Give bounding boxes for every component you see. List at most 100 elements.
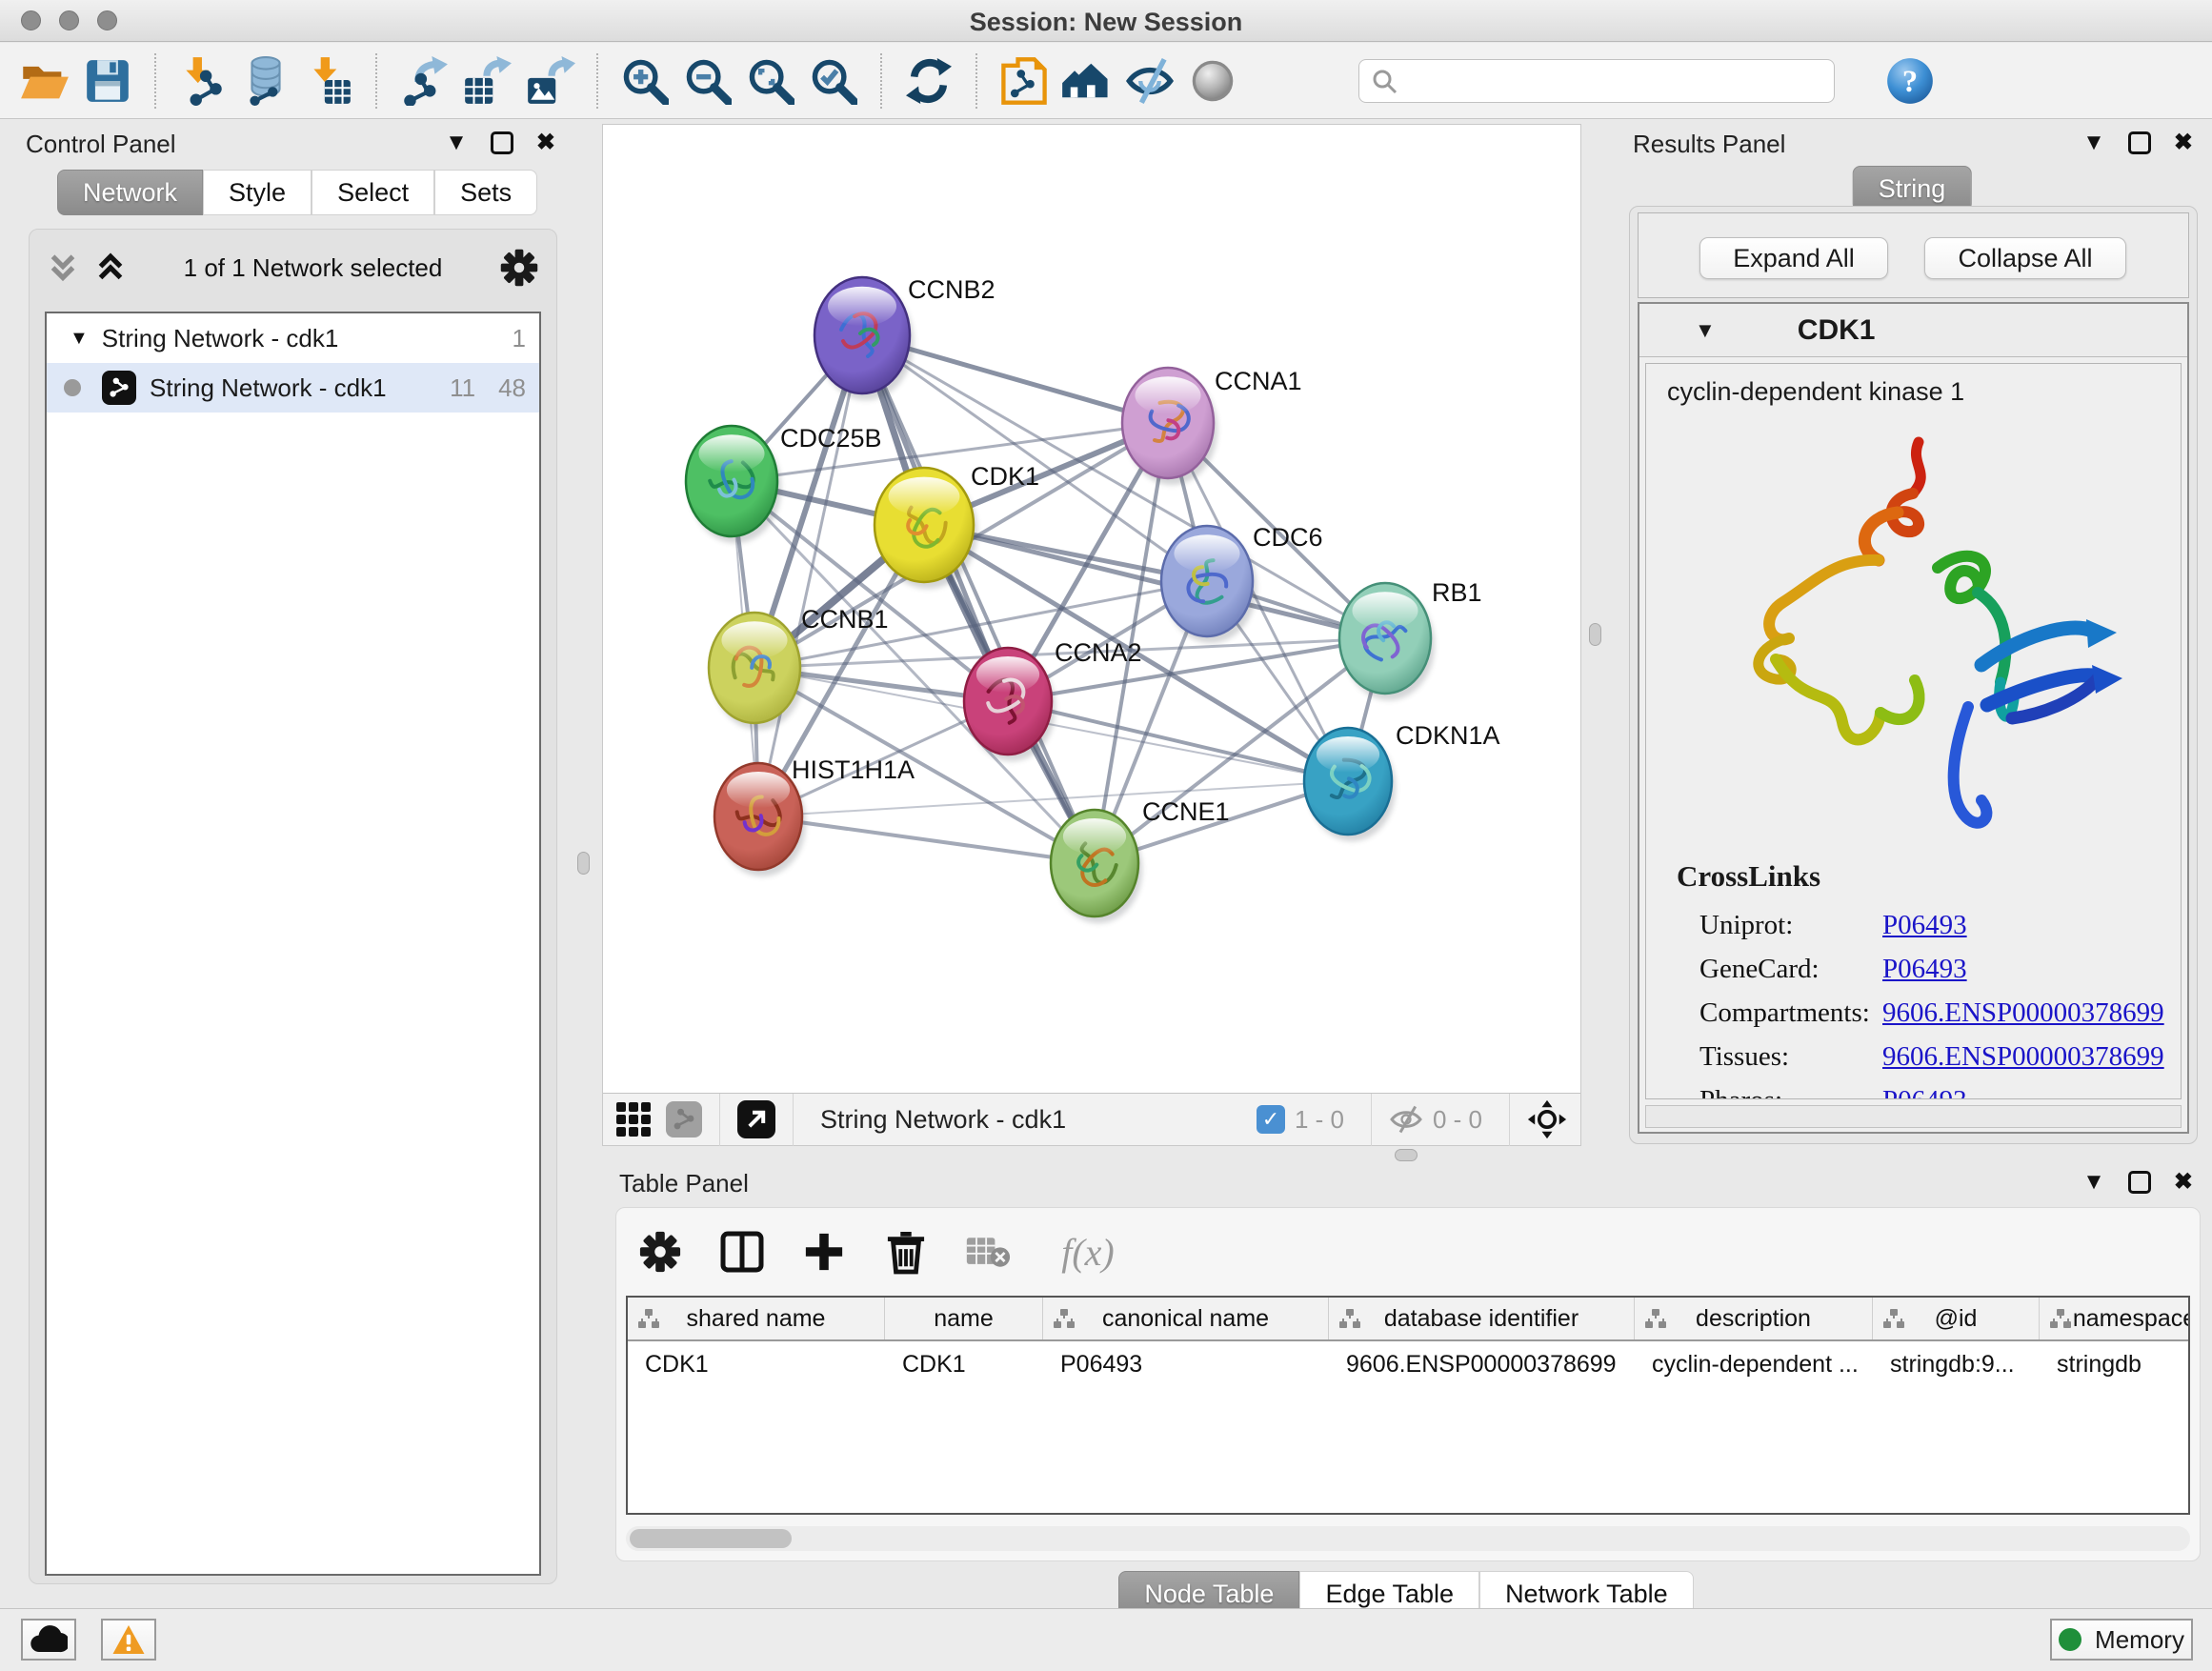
network-node-CCNA1[interactable]: [1122, 368, 1217, 485]
expand-all-button[interactable]: Expand All: [1699, 237, 1888, 279]
network-row-selected[interactable]: String Network - cdk1 11 48: [47, 363, 539, 413]
close-panel-icon[interactable]: ✖: [2174, 131, 2193, 154]
table-settings-button[interactable]: [635, 1227, 685, 1277]
collapse-all-button[interactable]: Collapse All: [1924, 237, 2126, 279]
table-cell[interactable]: 9606.ENSP00000378699: [1329, 1341, 1635, 1387]
right-splitter-grip[interactable]: [1589, 623, 1601, 646]
crosslink-value-link[interactable]: P06493: [1882, 954, 1967, 985]
close-panel-icon[interactable]: ✖: [536, 131, 555, 154]
search-input[interactable]: [1398, 66, 1822, 95]
table-cell[interactable]: CDK1: [885, 1341, 1043, 1387]
network-status-dot: [64, 379, 81, 396]
float-panel-icon[interactable]: [2128, 131, 2151, 154]
network-node-CCNA2[interactable]: [964, 648, 1056, 761]
column-header-description[interactable]: description: [1635, 1298, 1873, 1339]
zoom-in-button[interactable]: [613, 50, 676, 112]
gene-name: CDK1: [1798, 314, 1876, 347]
hide-graphics-details-button[interactable]: [1118, 50, 1181, 112]
network-node-CCNB2[interactable]: [814, 277, 914, 400]
tab-select[interactable]: Select: [312, 170, 434, 215]
network-node-CCNB1[interactable]: [709, 613, 804, 730]
apply-preferred-layout-button[interactable]: [897, 50, 960, 112]
node-label-CDK1: CDK1: [971, 462, 1039, 491]
network-collection-row[interactable]: ▼ String Network - cdk1 1: [47, 313, 539, 363]
bottom-splitter-grip[interactable]: [1395, 1149, 1418, 1161]
column-header-shared-name[interactable]: shared name: [628, 1298, 885, 1339]
tab-network[interactable]: Network: [57, 170, 203, 215]
table-cell[interactable]: stringdb:9...: [1873, 1341, 2040, 1387]
results-hscrollbar[interactable]: [1645, 1105, 2182, 1128]
table-hscrollbar-thumb[interactable]: [630, 1529, 792, 1548]
section-caret-icon[interactable]: ▼: [1695, 318, 1716, 343]
table-row[interactable]: CDK1CDK1P064939606.ENSP00000378699cyclin…: [628, 1341, 2188, 1387]
zoom-selected-button[interactable]: [802, 50, 865, 112]
export-table-button[interactable]: [455, 50, 518, 112]
import-network-file-button[interactable]: [171, 50, 234, 112]
left-splitter-grip[interactable]: [577, 852, 590, 875]
table-cell[interactable]: CDK1: [628, 1341, 885, 1387]
column-header-database-identifier[interactable]: database identifier: [1329, 1298, 1635, 1339]
function-builder-button-disabled[interactable]: f(x): [1045, 1227, 1131, 1277]
import-network-database-button[interactable]: [234, 50, 297, 112]
houses-button[interactable]: [1056, 50, 1118, 112]
delete-columns-button[interactable]: [881, 1227, 931, 1277]
tab-sets[interactable]: Sets: [434, 170, 537, 215]
network-edge[interactable]: [758, 335, 862, 816]
column-header-canonical-name[interactable]: canonical name: [1043, 1298, 1329, 1339]
eye-button[interactable]: [1181, 50, 1244, 112]
table-cell[interactable]: P06493: [1043, 1341, 1329, 1387]
tab-style[interactable]: Style: [203, 170, 312, 215]
network-view[interactable]: CCNB2CCNA1CDC25BCDK1CDC6RB1CCNB1CCNA2CDK…: [602, 124, 1581, 1146]
float-panel-icon[interactable]: [2128, 1171, 2151, 1194]
network-node-CDC6[interactable]: [1161, 526, 1257, 643]
network-canvas[interactable]: CCNB2CCNA1CDC25BCDK1CDC6RB1CCNB1CCNA2CDK…: [603, 125, 1580, 1093]
create-column-button[interactable]: [799, 1227, 849, 1277]
column-header-@id[interactable]: @id: [1873, 1298, 2040, 1339]
warnings-button[interactable]: [101, 1619, 156, 1661]
show-columns-button[interactable]: [717, 1227, 767, 1277]
gene-section-header[interactable]: ▼ CDK1: [1639, 304, 2187, 357]
network-node-CCNE1[interactable]: [1051, 810, 1142, 923]
network-node-CDKN1A[interactable]: [1304, 728, 1396, 841]
birds-eye-view-icon[interactable]: [1527, 1099, 1567, 1139]
network-node-RB1[interactable]: [1339, 583, 1435, 700]
crosslink-value-link[interactable]: P06493: [1882, 1085, 1967, 1100]
gear-icon[interactable]: [499, 248, 539, 288]
crosslink-value-link[interactable]: P06493: [1882, 910, 1967, 941]
memory-label: Memory: [2095, 1625, 2184, 1655]
network-edge[interactable]: [1008, 701, 1348, 781]
save-session-button[interactable]: [76, 50, 139, 112]
memory-button[interactable]: Memory: [2050, 1619, 2193, 1661]
new-network-from-selection-button[interactable]: [993, 50, 1056, 112]
zoom-out-button[interactable]: [676, 50, 739, 112]
show-grid-icon[interactable]: [616, 1102, 651, 1137]
column-header-namespace[interactable]: namespace: [2040, 1298, 2190, 1339]
network-edge[interactable]: [758, 816, 1095, 863]
delete-table-button-disabled[interactable]: [963, 1227, 1013, 1277]
export-network-button[interactable]: [392, 50, 455, 112]
network-node-CDK1[interactable]: [875, 468, 977, 589]
float-panel-icon[interactable]: [491, 131, 513, 154]
crosslink-value-link[interactable]: 9606.ENSP00000378699: [1882, 1041, 2164, 1073]
selected-items-checkbox[interactable]: ✓: [1257, 1105, 1285, 1134]
column-header-name[interactable]: name: [885, 1298, 1043, 1339]
cloud-status-button[interactable]: [21, 1619, 76, 1661]
expand-all-icon[interactable]: [94, 252, 127, 284]
help-button[interactable]: ?: [1879, 50, 1941, 112]
panel-menu-icon[interactable]: ▼: [2082, 131, 2105, 154]
close-panel-icon[interactable]: ✖: [2174, 1171, 2193, 1194]
panel-menu-icon[interactable]: ▼: [2082, 1171, 2105, 1194]
zoom-fit-button[interactable]: [739, 50, 802, 112]
network-badge-icon[interactable]: [666, 1101, 702, 1137]
tab-string[interactable]: String: [1853, 166, 1972, 211]
detach-view-icon[interactable]: [737, 1100, 775, 1138]
crosslink-value-link[interactable]: 9606.ENSP00000378699: [1882, 997, 2164, 1029]
collection-caret-icon[interactable]: ▼: [70, 328, 89, 350]
panel-menu-icon[interactable]: ▼: [445, 131, 468, 154]
table-cell[interactable]: stringdb: [2040, 1341, 2190, 1387]
open-session-button[interactable]: [13, 50, 76, 112]
export-image-button[interactable]: [518, 50, 581, 112]
collapse-all-icon[interactable]: [47, 252, 79, 284]
import-table-file-button[interactable]: [297, 50, 360, 112]
table-cell[interactable]: cyclin-dependent ...: [1635, 1341, 1873, 1387]
